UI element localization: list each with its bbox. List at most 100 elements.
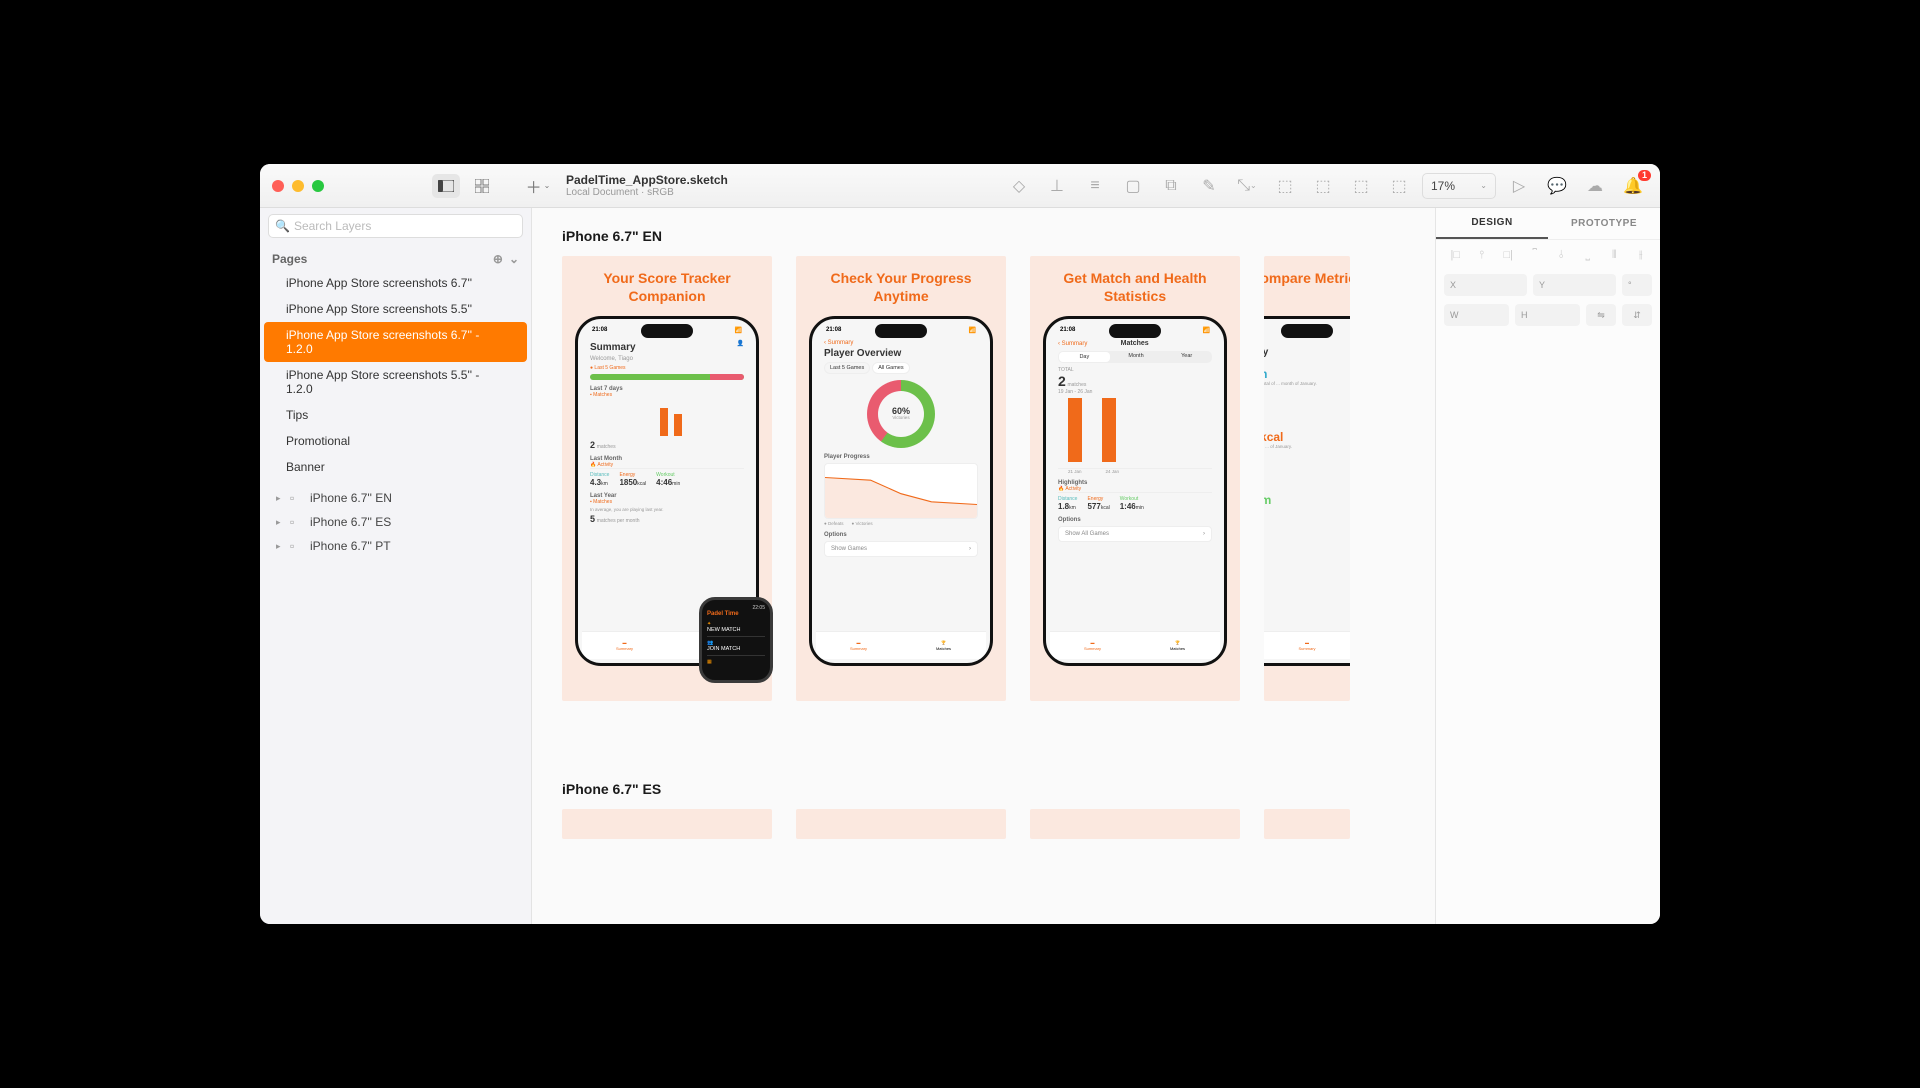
angle-field[interactable]: ° (1622, 274, 1652, 296)
mini-bar-chart (1264, 453, 1350, 483)
app-window: ＋ ⌄ PadelTime_AppStore.sketch Local Docu… (260, 164, 1660, 924)
y-field[interactable]: Y (1533, 274, 1616, 296)
create-symbol-button[interactable]: ◇ (1004, 173, 1034, 199)
layer-item[interactable]: ▸▫iPhone 6.7'' EN (260, 486, 531, 510)
distribute-button[interactable]: ≡ (1080, 173, 1110, 199)
layer-label: iPhone 6.7'' EN (310, 491, 392, 505)
layer-item[interactable]: ▸▫iPhone 6.7'' PT (260, 534, 531, 558)
page-item[interactable]: iPhone App Store screenshots 6.7'' - 1.2… (264, 322, 527, 362)
tab-prototype[interactable]: PROTOTYPE (1548, 208, 1660, 239)
summary-icon: ▬ (857, 640, 861, 645)
distribute-v-button[interactable]: ⫲ (1630, 246, 1653, 264)
stat-row: Distance4.3km Energy1850kcal Workout4:46… (590, 468, 744, 487)
align-left-button[interactable]: |□ (1444, 246, 1467, 264)
page-item[interactable]: iPhone App Store screenshots 5.5'' - 1.2… (264, 362, 527, 402)
page-item[interactable]: Banner (264, 454, 527, 480)
layer-label: iPhone 6.7'' ES (310, 515, 391, 529)
metric-value: 4h 46m (1264, 493, 1350, 507)
subtract-button[interactable]: ⬚ (1308, 173, 1338, 199)
play-button[interactable]: ▷ (1504, 173, 1534, 199)
artboard[interactable]: Compare Metrics 19:37 ‹ Summary January … (1264, 256, 1350, 701)
metric-text: You have ran a total of ... month of Jan… (1264, 381, 1350, 386)
signal-icon: 📶 (735, 327, 742, 334)
union-button[interactable]: ⬚ (1270, 173, 1300, 199)
x-label: 21 Jan (1068, 469, 1082, 474)
artboard-group-label[interactable]: iPhone 6.7" ES (562, 781, 1350, 797)
headline-text: Get Match and Health Statistics (1040, 270, 1230, 306)
summary-icon: ▬ (1305, 640, 1309, 645)
section-label: Options (1058, 517, 1212, 523)
artboard[interactable]: Check Your Progress Anytime 21:08📶 ‹ Sum… (796, 256, 1006, 701)
align-center-h-button[interactable]: ⫯ (1471, 246, 1494, 264)
artboard[interactable] (1264, 809, 1350, 839)
matches-label: Matches (593, 499, 612, 505)
page-item[interactable]: iPhone App Store screenshots 6.7'' (264, 270, 527, 296)
cloud-button[interactable]: ☁ (1580, 173, 1610, 199)
avg-text: In average, you are playing last year. (590, 507, 744, 512)
phone-notch (641, 324, 693, 338)
intersect-button[interactable]: ⬚ (1346, 173, 1376, 199)
resize-button[interactable]: ⤡ ⌄ (1232, 173, 1262, 199)
page-item[interactable]: Tips (264, 402, 527, 428)
artboard-icon: ▫ (290, 491, 304, 505)
collapse-pages-button[interactable]: ⌄ (509, 252, 519, 266)
flip-h-button[interactable]: ⇋ (1586, 304, 1616, 326)
fullscreen-button[interactable] (312, 180, 324, 192)
artboard[interactable] (796, 809, 1006, 839)
artboard[interactable] (562, 809, 772, 839)
artboard-group-label[interactable]: iPhone 6.7" EN (562, 228, 1350, 244)
option-row: Show Games› (824, 541, 978, 557)
stat-value: 4:46 (656, 478, 672, 487)
zoom-dropdown[interactable]: 17%⌄ (1422, 173, 1496, 199)
align-middle-button[interactable]: ⫰ (1550, 246, 1573, 264)
page-item[interactable]: iPhone App Store screenshots 5.5'' (264, 296, 527, 322)
segment: Year (1161, 351, 1212, 363)
inspector-tabs: DESIGN PROTOTYPE (1436, 208, 1660, 240)
canvas[interactable]: iPhone 6.7" EN Your Score Tracker Compan… (532, 208, 1435, 924)
summary-icon: ▬ (623, 640, 627, 645)
layer-item[interactable]: ▸▫iPhone 6.7'' ES (260, 510, 531, 534)
screen-title: January (1264, 347, 1350, 358)
difference-button[interactable]: ⬚ (1384, 173, 1414, 199)
close-button[interactable] (272, 180, 284, 192)
artboard[interactable]: Your Score Tracker Companion 21:08📶 Summ… (562, 256, 772, 701)
artboard[interactable]: Get Match and Health Statistics 21:08📶 ‹… (1030, 256, 1240, 701)
artboard-row (562, 809, 1350, 839)
stat-value: 4.3 (590, 478, 601, 487)
align-bottom-button[interactable]: ⎵ (1577, 246, 1600, 264)
forward-button[interactable]: ⊥ (1042, 173, 1072, 199)
distribute-h-button[interactable]: ⫴ (1603, 246, 1626, 264)
tab-design[interactable]: DESIGN (1436, 208, 1548, 239)
add-page-button[interactable]: ⊕ (493, 252, 503, 266)
align-right-button[interactable]: □| (1497, 246, 1520, 264)
components-view-button[interactable] (468, 174, 496, 198)
field-label: W (1450, 310, 1459, 320)
search-input[interactable]: 🔍 Search Layers (268, 214, 523, 238)
comment-button[interactable]: 💬 (1542, 173, 1572, 199)
align-top-button[interactable]: ⎴ (1524, 246, 1547, 264)
headline-text: Your Score Tracker Companion (572, 270, 762, 306)
matches-unit: matches (597, 444, 616, 450)
mini-bar-chart (1264, 390, 1350, 420)
h-field[interactable]: H (1515, 304, 1580, 326)
sidebar-toggle-button[interactable] (432, 174, 460, 198)
stat-row: Distance1.8km Energy577kcal Workout1:46m… (1058, 492, 1212, 511)
minimize-button[interactable] (292, 180, 304, 192)
bar (1102, 398, 1116, 462)
group-button[interactable]: ▢ (1118, 173, 1148, 199)
ungroup-button[interactable]: ⧉ (1156, 173, 1186, 199)
notifications-button[interactable]: 🔔 (1618, 173, 1648, 199)
winrate-bar (590, 374, 744, 380)
right-inspector: DESIGN PROTOTYPE |□ ⫯ □| ⎴ ⫰ ⎵ ⫴ ⫲ X Y °… (1435, 208, 1660, 924)
x-field[interactable]: X (1444, 274, 1527, 296)
stat-unit: km (601, 481, 608, 487)
screen-title: Matches (1087, 340, 1182, 347)
insert-button[interactable]: ＋ ⌄ (524, 174, 552, 198)
artboard[interactable] (1030, 809, 1240, 839)
edit-button[interactable]: ✎ (1194, 173, 1224, 199)
page-item[interactable]: Promotional (264, 428, 527, 454)
x-label: 24 Jan (1106, 469, 1120, 474)
tab-summary: ▬Summary (582, 632, 667, 659)
w-field[interactable]: W (1444, 304, 1509, 326)
flip-v-button[interactable]: ⇵ (1622, 304, 1652, 326)
